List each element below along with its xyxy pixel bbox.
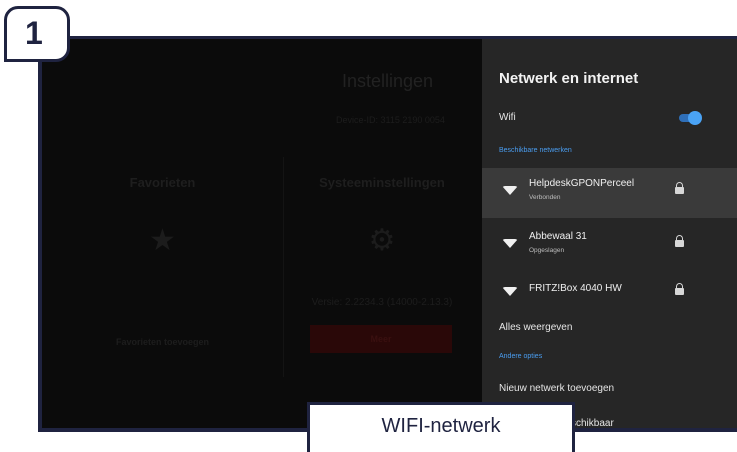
network-panel: Netwerk en internet Wifi Beschikbare net… — [482, 39, 737, 428]
wifi-icon — [502, 186, 518, 195]
partial-menu-item[interactable]: schikbaar — [571, 418, 614, 428]
device-id: Device-ID: 3115 2190 0054 — [336, 115, 445, 125]
tv-screen: Instellingen Device-ID: 3115 2190 0054 F… — [38, 36, 737, 432]
step-badge: 1 — [4, 6, 70, 62]
network-name: FRITZ!Box 4040 HW — [529, 283, 622, 294]
show-all-item[interactable]: Alles weergeven — [499, 322, 572, 333]
lock-icon — [675, 283, 684, 295]
system-settings-column: Systeeminstellingen ⚙ Versie: 2.2234.3 (… — [283, 157, 480, 377]
system-settings-title: Systeeminstellingen — [319, 175, 445, 190]
more-button[interactable]: Meer — [310, 325, 452, 353]
add-favorites-button[interactable]: Favorieten toevoegen — [42, 337, 283, 347]
network-name: HelpdeskGPONPerceel — [529, 178, 635, 189]
caption-text: WIFI-netwerk — [381, 415, 501, 437]
network-status: Verbonden — [529, 194, 561, 201]
gear-icon: ⚙ — [368, 224, 396, 257]
wifi-toggle-knob[interactable] — [688, 111, 702, 125]
version-text: Versie: 2.2234.3 (14000-2.13.3) — [311, 297, 453, 308]
available-networks-heading: Beschikbare netwerken — [499, 147, 572, 154]
lock-icon — [675, 235, 684, 247]
caption-box: WIFI-netwerk — [307, 402, 575, 452]
wifi-label: Wifi — [499, 112, 516, 123]
network-status: Opgeslagen — [529, 247, 565, 254]
network-name: Abbewaal 31 — [529, 231, 587, 242]
panel-title: Netwerk en internet — [499, 70, 639, 87]
wifi-icon — [502, 287, 518, 296]
network-item[interactable]: Abbewaal 31 Opgeslagen — [482, 221, 737, 271]
star-icon: ★ — [149, 224, 176, 257]
step-number: 1 — [25, 15, 43, 51]
wifi-icon — [502, 239, 518, 248]
favorites-title: Favorieten — [129, 175, 196, 190]
other-options-heading: Andere opties — [499, 353, 543, 360]
network-item[interactable]: FRITZ!Box 4040 HW — [482, 269, 737, 319]
add-network-item[interactable]: Nieuw netwerk toevoegen — [499, 383, 614, 394]
network-item[interactable]: HelpdeskGPONPerceel Verbonden — [482, 168, 737, 218]
lock-icon — [675, 182, 684, 194]
favorites-column: Favorieten ★ Favorieten toevoegen — [42, 157, 283, 377]
settings-title: Instellingen — [342, 71, 434, 91]
